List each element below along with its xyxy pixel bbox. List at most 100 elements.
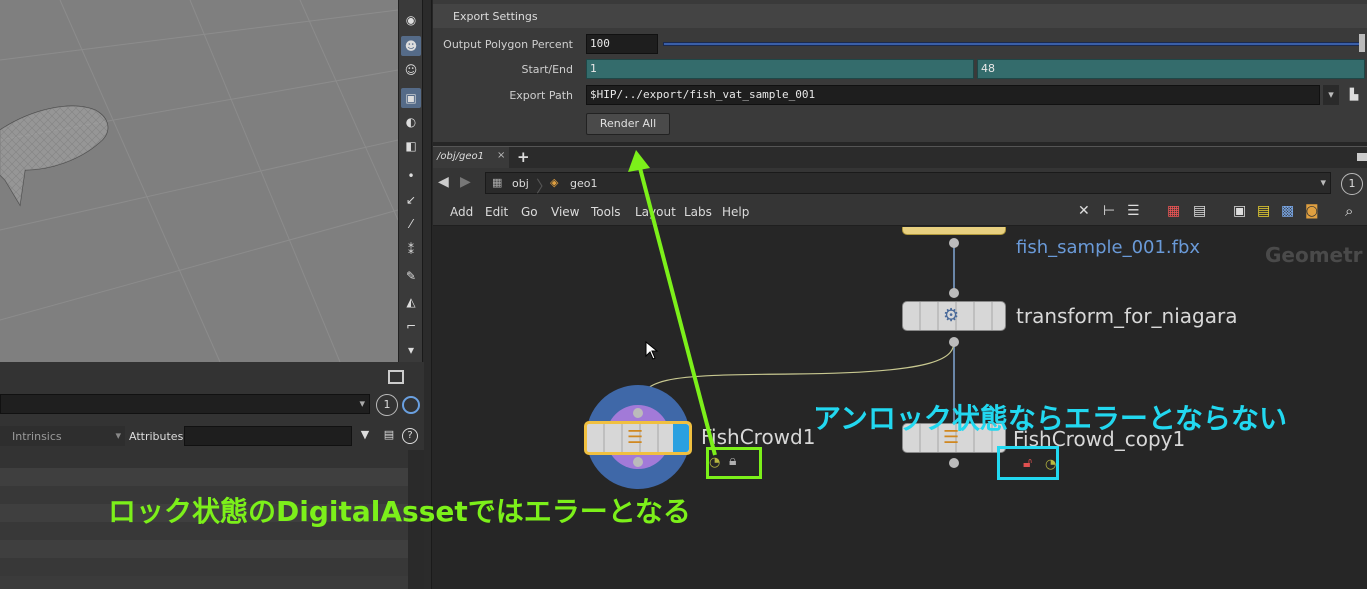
annotation-unlocked: アンロック状態ならエラーとならない — [813, 402, 1288, 435]
image-icon[interactable]: ▩ — [1281, 203, 1294, 219]
network-box-icon[interactable]: ▣ — [1233, 203, 1246, 219]
skull-outline-icon[interactable]: ☺ — [401, 60, 421, 80]
menu-add[interactable]: Add — [450, 205, 473, 219]
output-polygon-percent-field[interactable]: 100 — [586, 34, 658, 54]
fishcrowd1-node[interactable]: ☰ — [584, 421, 692, 455]
start-end-label: Start/End — [521, 63, 573, 76]
pane-menu-icon[interactable] — [1357, 153, 1367, 161]
search-icon[interactable]: ⌕ — [1345, 202, 1353, 220]
shape-palette-icon[interactable]: ▤ — [1193, 203, 1206, 219]
display-icon[interactable]: ◉ — [401, 10, 421, 30]
export-settings-folder[interactable]: Export Settings — [433, 4, 1367, 28]
point-number-icon[interactable]: ⁑ — [401, 240, 421, 260]
eye-icon[interactable]: ◐ — [401, 112, 421, 132]
input-port[interactable] — [949, 288, 959, 298]
viewport-3d[interactable] — [0, 0, 398, 362]
export-path-field[interactable]: $HIP/../export/fish_vat_sample_001 — [586, 85, 1320, 105]
menu-help[interactable]: Help — [722, 205, 749, 219]
viewport-toolbar: ◉ ☻ ☺ ▣ ◐ ◧ • ↙ ⁄ ⁑ ✎ ◭ ⌐ ▾ — [398, 0, 422, 362]
menu-go[interactable]: Go — [521, 205, 538, 219]
wrench-icon[interactable]: ✕ — [1078, 203, 1090, 219]
chevron-down-icon: ▾ — [359, 397, 365, 410]
input-port[interactable] — [633, 408, 643, 418]
unlock-highlight-box — [997, 446, 1059, 480]
attributes-label: Attributes: — [129, 430, 188, 443]
transform-node[interactable]: ⚙ — [902, 301, 1006, 331]
network-menu-bar: Add Edit Go View Tools Layout Labs Help … — [433, 198, 1367, 226]
file-chooser-icon[interactable]: ▙ — [1345, 86, 1363, 104]
parameter-pane: Export Settings Output Polygon Percent 1… — [433, 0, 1367, 142]
link-icon[interactable] — [402, 396, 420, 414]
lock-highlight-box — [706, 447, 762, 479]
display-flag[interactable] — [673, 424, 689, 452]
table-row — [0, 450, 408, 468]
tab-label: /obj/geo1 — [437, 151, 484, 162]
tree-icon[interactable]: ⊢ — [1103, 203, 1115, 219]
fishcrowd1-label: FishCrowd1 — [701, 425, 816, 449]
maximize-icon[interactable] — [388, 370, 404, 384]
camera-icon[interactable]: ◧ — [401, 136, 421, 156]
pane-number-badge[interactable]: 1 — [1341, 173, 1363, 195]
normal-icon[interactable]: ↙ — [401, 190, 421, 210]
chevron-down-icon[interactable]: ▾ — [1320, 176, 1326, 189]
add-tab-button[interactable]: + — [517, 148, 530, 166]
skull-icon[interactable]: ☻ — [401, 36, 421, 56]
output-port[interactable] — [949, 458, 959, 468]
slider-handle[interactable] — [1359, 34, 1365, 52]
menu-tools[interactable]: Tools — [591, 205, 621, 219]
prim-number-icon[interactable]: ◭ — [401, 292, 421, 312]
end-frame-field[interactable]: 48 — [977, 59, 1365, 79]
sticky-note-icon[interactable]: ▤ — [1257, 203, 1270, 219]
network-tab-bar: /obj/geo1 × + — [433, 146, 1367, 168]
output-port[interactable] — [949, 337, 959, 347]
back-arrow-icon[interactable]: ◀ — [438, 174, 449, 190]
color-palette-icon[interactable]: ▦ — [1167, 203, 1180, 219]
table-row — [0, 468, 408, 486]
help-icon[interactable]: ? — [402, 428, 418, 444]
intrinsics-label: Intrinsics — [12, 430, 62, 443]
folder-label: Export Settings — [453, 10, 538, 23]
menu-view[interactable]: View — [551, 205, 579, 219]
node-path-field[interactable]: ▾ — [0, 394, 370, 414]
chevron-down-icon[interactable]: ▾ — [1323, 85, 1339, 105]
path-segment-obj[interactable]: obj — [512, 177, 529, 190]
output-polygon-percent-slider[interactable] — [663, 42, 1361, 46]
geo-icon: ◈ — [550, 176, 559, 189]
transform-icon: ⚙ — [943, 305, 960, 326]
spreadsheet-pane: ▾ 1 Intrinsics ▾ Attributes: ▼ ▤ ? — [0, 362, 424, 589]
menu-labs[interactable]: Labs — [684, 205, 712, 219]
network-editor[interactable]: Geometr fish_sample_001.fbx ⚙ transform_… — [433, 227, 1367, 589]
path-field[interactable]: ▦ obj 〉 ◈ geo1 ▾ — [485, 172, 1331, 196]
attributes-field[interactable] — [184, 426, 352, 446]
pane-number-badge[interactable]: 1 — [376, 394, 398, 416]
brush-icon[interactable]: ✎ — [401, 266, 421, 286]
render-all-button[interactable]: Render All — [586, 113, 670, 135]
close-icon[interactable]: × — [497, 150, 505, 161]
table-row — [0, 558, 408, 576]
asset-icon[interactable]: ◙ — [1305, 203, 1319, 219]
path-segment-geo1[interactable]: geo1 — [570, 177, 597, 190]
corner-icon[interactable]: ⌐ — [401, 316, 421, 336]
menu-edit[interactable]: Edit — [485, 205, 508, 219]
output-port[interactable] — [633, 457, 643, 467]
file-node[interactable] — [902, 227, 1006, 235]
output-port[interactable] — [949, 238, 959, 248]
list-icon[interactable]: ☰ — [1127, 203, 1140, 219]
forward-arrow-icon[interactable]: ▶ — [460, 174, 471, 190]
pick-icon[interactable]: ⁄ — [401, 214, 421, 234]
intrinsics-dropdown[interactable]: Intrinsics ▾ — [0, 426, 125, 446]
grid-lines — [0, 0, 398, 362]
point-icon[interactable]: • — [401, 166, 421, 186]
chevron-down-icon[interactable]: ▾ — [401, 340, 421, 360]
tab-obj-geo1[interactable]: /obj/geo1 × — [433, 147, 509, 168]
start-frame-field[interactable]: 1 — [586, 59, 974, 79]
viewport-scene — [0, 0, 398, 362]
ghost-icon[interactable]: ▣ — [401, 88, 421, 108]
columns-icon[interactable]: ▤ — [380, 428, 398, 446]
filter-icon[interactable]: ▼ — [356, 428, 374, 446]
table-row — [0, 540, 408, 558]
file-node-label: fish_sample_001.fbx — [1016, 237, 1201, 258]
output-polygon-percent-label: Output Polygon Percent — [443, 38, 573, 51]
chevron-down-icon: ▾ — [115, 429, 121, 442]
menu-layout[interactable]: Layout — [635, 205, 676, 219]
